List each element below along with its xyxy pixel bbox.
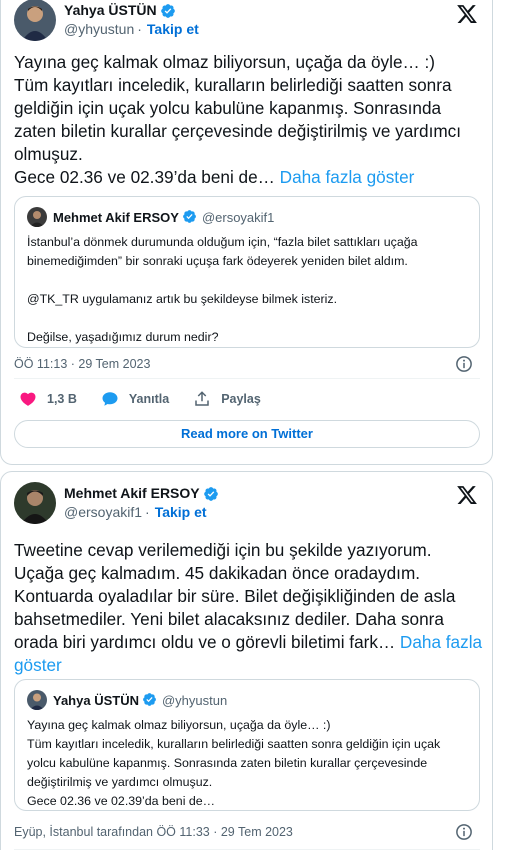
verified-badge-icon: [203, 486, 219, 502]
reply-button[interactable]: Yanıtla: [101, 390, 169, 408]
share-upload-icon: [195, 391, 209, 406]
tweet-card-2: Mehmet Akif ERSOY @ersoyakif1 · Takip et…: [0, 471, 493, 850]
follow-button[interactable]: Takip et: [155, 503, 207, 522]
quote-text: Yayına geç kalmak olmaz biliyorsun, uçağ…: [27, 718, 441, 808]
author-handle[interactable]: @yhyustun: [64, 20, 134, 39]
verified-badge-icon: [182, 209, 198, 225]
quote-avatar: [27, 207, 47, 227]
quote-author-handle: @ersoyakif1: [201, 209, 275, 225]
like-count: 1,3 B: [47, 392, 77, 406]
quote-author-name: Yahya ÜSTÜN: [53, 692, 139, 708]
x-logo-icon[interactable]: [456, 3, 478, 25]
verified-badge-icon: [160, 3, 176, 19]
tweet-card-1: Yahya ÜSTÜN @yhyustun · Takip et Yayına …: [0, 0, 493, 465]
quote-text: İstanbul’a dönmek durumunda olduğum için…: [27, 235, 418, 344]
tweet-text: Yayına geç kalmak olmaz biliyorsun, uçağ…: [14, 51, 484, 189]
quote-author-handle: @yhyustun: [161, 692, 228, 708]
tweet-timestamp[interactable]: Eyüp, İstanbul tarafından ÖÖ 11:33 · 29 …: [14, 825, 293, 839]
tweet-body: Tweetine cevap verilemediği için bu şeki…: [14, 540, 456, 652]
info-icon[interactable]: [455, 355, 473, 373]
quote-author-name: Mehmet Akif ERSOY: [53, 209, 179, 225]
quoted-tweet[interactable]: Yahya ÜSTÜN @yhyustun Yayına geç kalmak …: [14, 679, 480, 811]
separator-dot: ·: [145, 504, 150, 520]
tweet-actions: 1,3 B Yanıtla Paylaş: [19, 390, 285, 408]
like-button[interactable]: 1,3 B: [19, 390, 77, 408]
separator-dot: ·: [137, 21, 142, 37]
author-name[interactable]: Mehmet Akif ERSOY: [64, 484, 200, 503]
author-handle[interactable]: @ersoyakif1: [64, 503, 142, 522]
tweet-timestamp[interactable]: ÖÖ 11:13 · 29 Tem 2023: [14, 357, 150, 371]
verified-badge-icon: [142, 692, 158, 708]
share-button[interactable]: Paylaş: [193, 390, 261, 408]
tweet-text: Tweetine cevap verilemediği için bu şeki…: [14, 539, 484, 677]
follow-button[interactable]: Takip et: [147, 20, 199, 39]
info-icon[interactable]: [455, 823, 473, 841]
reply-label: Yanıtla: [128, 392, 170, 406]
quoted-tweet[interactable]: Mehmet Akif ERSOY @ersoyakif1 İstanbul’a…: [14, 196, 480, 348]
show-more-link[interactable]: Daha fazla göster: [280, 167, 415, 187]
author-name[interactable]: Yahya ÜSTÜN: [64, 1, 157, 20]
divider: [14, 378, 480, 379]
tweet-header: Mehmet Akif ERSOY @ersoyakif1 · Takip et: [14, 482, 219, 524]
share-label: Paylaş: [221, 392, 261, 406]
x-logo-icon[interactable]: [456, 484, 478, 506]
tweet-header: Yahya ÜSTÜN @yhyustun · Takip et: [14, 0, 199, 41]
speech-bubble-icon: [102, 392, 118, 406]
quote-avatar: [27, 690, 47, 710]
heart-icon: [20, 392, 36, 406]
avatar[interactable]: [14, 0, 56, 41]
avatar[interactable]: [14, 482, 56, 524]
read-more-button[interactable]: Read more on Twitter: [14, 420, 480, 448]
